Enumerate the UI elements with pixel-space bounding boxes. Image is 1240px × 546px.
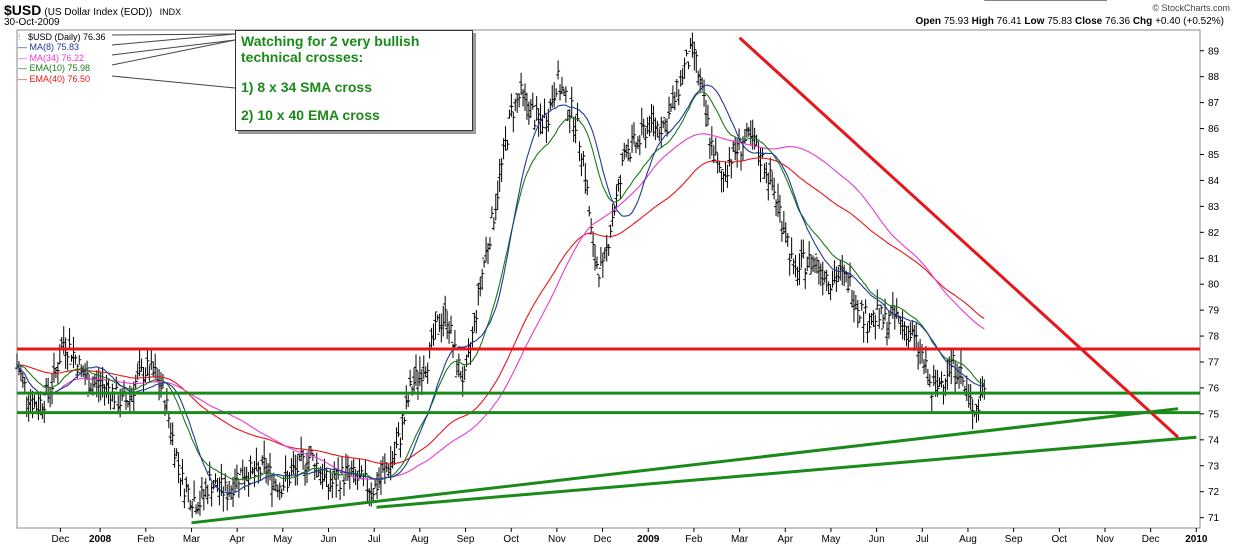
ma8-line (16, 84, 985, 495)
x-tick-label: Feb (137, 534, 155, 545)
y-tick-label: 77 (1208, 358, 1220, 369)
x-tick-label: Jun (869, 534, 885, 545)
annotation-line-4: 2) 10 x 40 EMA cross (241, 107, 380, 123)
trendline-uptrend-long (376, 435, 1197, 509)
y-tick-label: 72 (1208, 487, 1220, 498)
price-chart: 71 72 73 74 75 76 77 78 79 80 81 82 83 84 85 86 87 88 89 De… (15, 0, 1220, 545)
x-tick-label: Nov (1096, 534, 1114, 545)
x-tick-label: Dec (51, 534, 69, 545)
ma34-line (16, 133, 985, 480)
y-tick-label: 85 (1208, 150, 1220, 161)
x-tick-label: Mar (731, 534, 749, 545)
x-tick-label: Oct (1052, 534, 1068, 545)
legend-ema40-label: EMA(40) 76.50 (29, 73, 91, 84)
x-tick-label: Jul (368, 534, 381, 545)
legend-item-ema10: — EMA(10) 75.98 (18, 63, 91, 74)
legend-item-price: ⫶ $USD (Daily) 76.36 (18, 32, 106, 42)
ema10-line (16, 91, 985, 481)
legend-ma8-label: MA(8) 75.83 (29, 42, 80, 53)
annotation-callout: Watching for 2 very bullish technical cr… (235, 30, 473, 131)
annotation-line-1: Watching for 2 very bullish (241, 33, 420, 49)
x-tick-label: Dec (1142, 534, 1160, 545)
x-tick-label: Jun (320, 534, 336, 545)
y-tick-label: 81 (1208, 254, 1220, 265)
legend-item-ema40: — EMA(40) 76.50 (18, 73, 91, 84)
y-tick-label: 78 (1208, 332, 1220, 343)
annotation-line-3: 1) 8 x 34 SMA cross (241, 79, 372, 95)
x-tick-label: Feb (685, 534, 703, 545)
legend-price-label: $USD (Daily) 76.36 (28, 32, 106, 42)
y-tick-label: 87 (1208, 98, 1220, 109)
y-tick-label: 74 (1208, 435, 1220, 446)
y-tick-label: 82 (1208, 228, 1220, 239)
y-tick-label: 83 (1208, 202, 1220, 213)
x-tick-label: Apr (777, 534, 793, 545)
y-tick-label: 80 (1208, 280, 1220, 291)
legend-item-ma34: — MA(34) 76.22 (18, 52, 85, 63)
y-tick-label: 79 (1208, 306, 1220, 317)
x-tick-label: Aug (411, 534, 429, 545)
y-tick-label: 73 (1208, 461, 1220, 472)
trendline-uptrend-2008 (191, 407, 1179, 525)
y-tick-label: 89 (1208, 46, 1220, 57)
y-tick-label: 75 (1208, 409, 1220, 420)
ema40-line (16, 157, 985, 465)
y-tick-label: 88 (1208, 72, 1220, 83)
x-tick-label: 2008 (89, 534, 112, 545)
x-tick-label: 2010 (1185, 534, 1208, 545)
x-tick-label: Sep (457, 534, 475, 545)
x-tick-label: Mar (183, 534, 201, 545)
x-tick-label: May (273, 534, 292, 545)
x-tick-label: 2009 (637, 534, 660, 545)
y-tick-label: 76 (1208, 383, 1220, 394)
legend-ma34-label: MA(34) 76.22 (29, 52, 85, 63)
legend-connector (111, 33, 236, 36)
legend-item-ma8: — MA(8) 75.83 (18, 42, 80, 53)
x-tick-label: Dec (594, 534, 612, 545)
x-tick-label: Jul (916, 534, 929, 545)
legend-connector (111, 75, 236, 89)
legend-price-icon: ⫶ (18, 32, 21, 42)
x-tick-label: Oct (503, 534, 519, 545)
x-tick-label: Sep (1005, 534, 1023, 545)
annotation-line-2: technical crosses: (241, 49, 364, 65)
legend-ema10-label: EMA(10) 75.98 (29, 63, 91, 74)
x-tick-label: May (821, 534, 840, 545)
x-tick-label: Aug (959, 534, 977, 545)
x-tick-label: Apr (229, 534, 245, 545)
chart-legend: ⫶ $USD (Daily) 76.36 — MA(8) 75.83 — MA(3… (18, 32, 106, 84)
y-tick-label: 86 (1208, 124, 1220, 135)
x-tick-label: Nov (548, 534, 566, 545)
y-tick-label: 84 (1208, 176, 1220, 187)
y-tick-label: 71 (1208, 513, 1220, 524)
